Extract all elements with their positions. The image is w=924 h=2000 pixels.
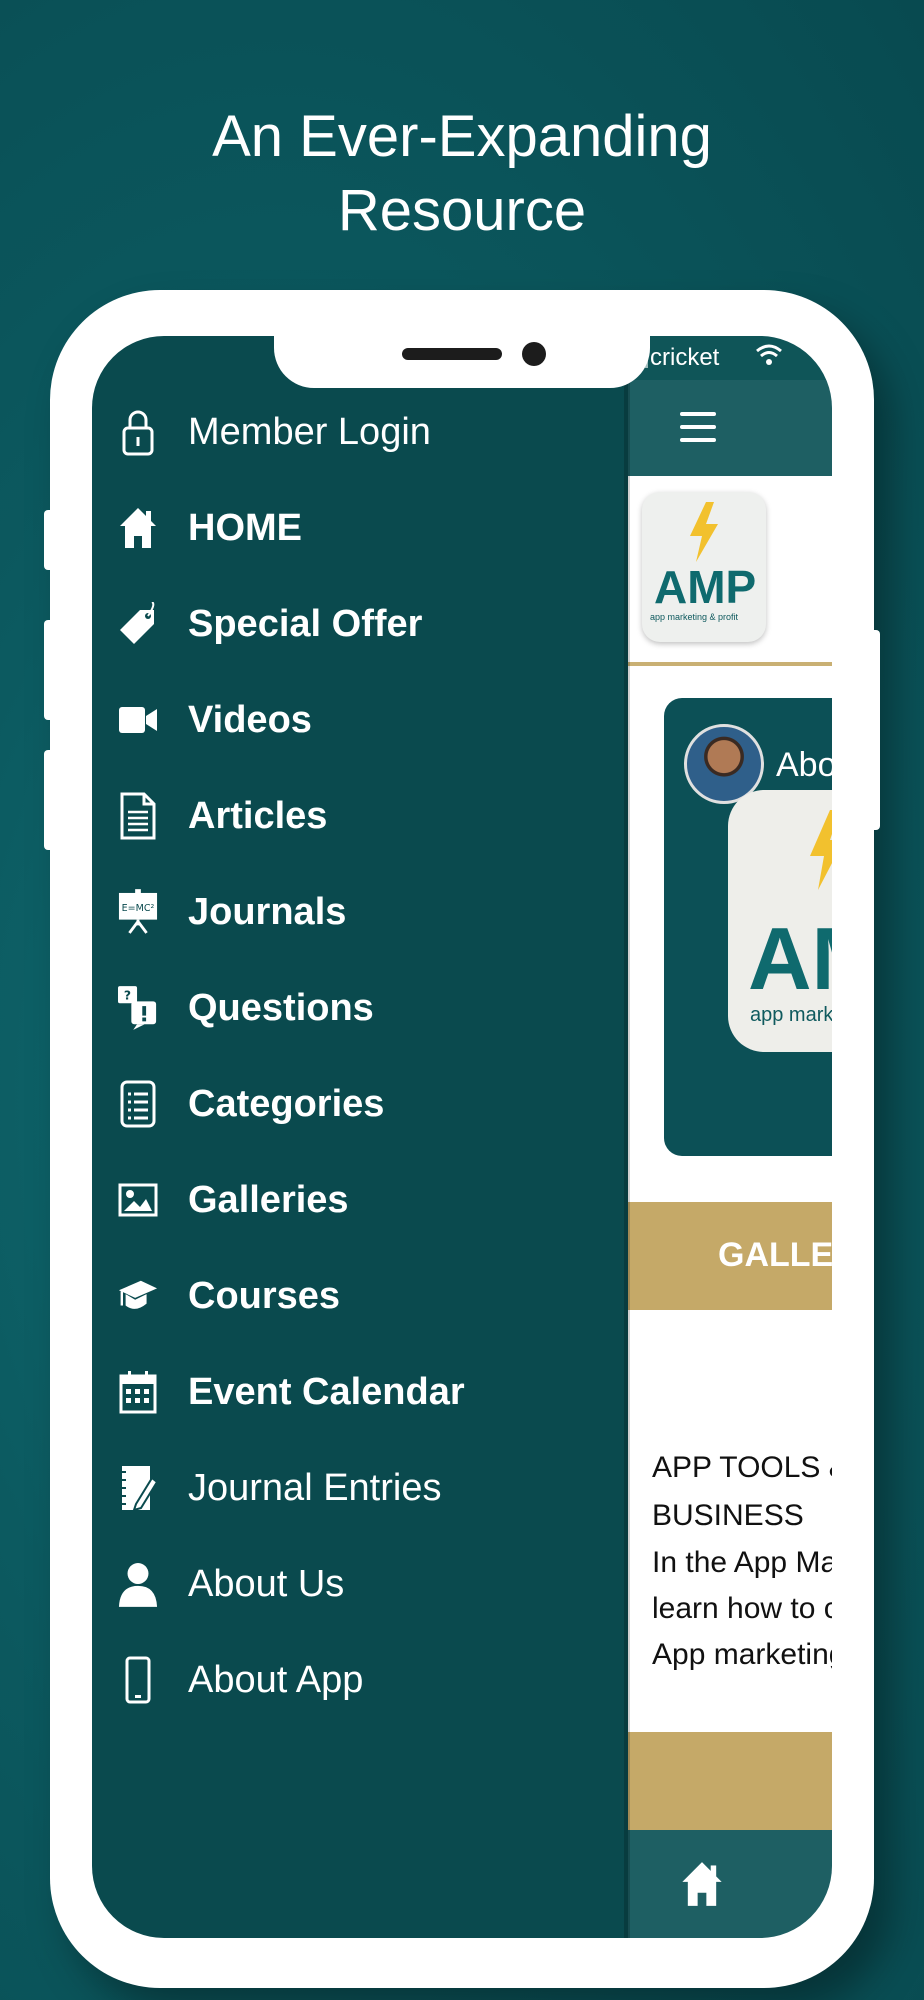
menu-label: Categories [188, 1082, 385, 1125]
wifi-icon [756, 344, 782, 370]
app-bar [628, 380, 832, 476]
carrier-name: cricket [650, 344, 720, 371]
menu-label: HOME [188, 506, 302, 549]
svg-text:?: ? [124, 988, 131, 1002]
lock-icon [118, 408, 158, 456]
big-logo-text: AM [748, 909, 832, 1008]
home-icon [118, 504, 158, 552]
about-card-title: Abo [776, 746, 832, 784]
menu-item-galleries[interactable]: Galleries [92, 1152, 628, 1248]
home-tab-icon[interactable] [680, 1860, 724, 1912]
phone-screen: Member Login HOME Special Offer Videos A… [92, 336, 832, 1938]
image-icon [118, 1176, 158, 1224]
tag-icon [118, 600, 158, 648]
front-camera [522, 342, 546, 366]
menu-label: About Us [188, 1562, 345, 1605]
presentation-board-icon: E=MC² [118, 888, 158, 936]
gold-divider [628, 662, 832, 666]
menu-item-questions[interactable]: ? Questions [92, 960, 628, 1056]
menu-label: Articles [188, 794, 328, 837]
status-bar: cricket [628, 336, 832, 380]
list-icon [118, 1080, 158, 1128]
menu-item-special-offer[interactable]: Special Offer [92, 576, 628, 672]
menu-item-videos[interactable]: Videos [92, 672, 628, 768]
headline-line-2: Resource [337, 178, 587, 243]
document-icon [118, 792, 158, 840]
hamburger-menu-icon[interactable] [680, 412, 716, 442]
notch [274, 336, 650, 388]
phone-volume-down [44, 750, 54, 850]
menu-item-about-app[interactable]: About App [92, 1632, 628, 1728]
notebook-pen-icon [118, 1464, 158, 1512]
svg-text:E=MC²: E=MC² [122, 903, 155, 914]
phone-frame: Member Login HOME Special Offer Videos A… [44, 290, 880, 1988]
speaker-grille [402, 348, 502, 360]
phone-icon [118, 1656, 158, 1704]
description-body: In the App Ma learn how to c App marketi… [652, 1546, 832, 1671]
gallery-section-header[interactable]: GALLEF [628, 1202, 832, 1310]
main-content-peek[interactable]: cricket AMP app marketing & profit Abo A… [628, 336, 832, 1938]
description-title: APP TOOLS & BUSINESS [652, 1451, 832, 1532]
menu-label: Event Calendar [188, 1370, 465, 1413]
headline-line-1: An Ever-Expanding [212, 104, 712, 169]
logo-tagline: app marketing & profit [650, 612, 739, 622]
lightning-bolt-icon [806, 810, 832, 894]
gallery-label: GALLEF [718, 1236, 832, 1274]
menu-item-articles[interactable]: Articles [92, 768, 628, 864]
calendar-icon [118, 1368, 158, 1416]
lightning-bolt-icon [686, 502, 722, 566]
menu-label: Videos [188, 698, 312, 741]
headline: An Ever-Expanding Resource [0, 100, 924, 248]
menu-label: Galleries [188, 1178, 349, 1221]
drawer-menu: Member Login HOME Special Offer Videos A… [92, 384, 628, 1728]
menu-item-categories[interactable]: Categories [92, 1056, 628, 1152]
about-card-logo: AM app marke [728, 790, 832, 1052]
logo-text: AMP [654, 561, 757, 613]
about-card[interactable]: Abo AM app marke [664, 698, 832, 1156]
phone-power-button [870, 630, 880, 830]
graduation-cap-icon [118, 1272, 158, 1320]
phone-mute-switch [44, 510, 54, 570]
menu-label: About App [188, 1658, 364, 1701]
menu-item-home[interactable]: HOME [92, 480, 628, 576]
menu-item-journal-entries[interactable]: Journal Entries [92, 1440, 628, 1536]
gold-banner [628, 1732, 832, 1832]
menu-label: Journals [188, 890, 347, 933]
bottom-tab-bar [628, 1830, 832, 1938]
menu-label: Member Login [188, 410, 431, 453]
menu-label: Special Offer [188, 602, 423, 645]
phone-volume-up [44, 620, 54, 720]
menu-item-member-login[interactable]: Member Login [92, 384, 628, 480]
menu-label: Courses [188, 1274, 341, 1317]
app-logo: AMP app marketing & profit [642, 492, 766, 642]
menu-item-journals[interactable]: E=MC² Journals [92, 864, 628, 960]
user-icon [118, 1560, 158, 1608]
menu-item-about-us[interactable]: About Us [92, 1536, 628, 1632]
menu-item-event-calendar[interactable]: Event Calendar [92, 1344, 628, 1440]
video-camera-icon [118, 696, 158, 744]
navigation-drawer: Member Login HOME Special Offer Videos A… [92, 336, 628, 1938]
drawer-edge-shadow [624, 336, 630, 1938]
big-logo-tagline: app marke [750, 1004, 832, 1026]
menu-label: Journal Entries [188, 1466, 442, 1509]
question-bubbles-icon: ? [118, 984, 158, 1032]
menu-label: Questions [188, 986, 374, 1029]
menu-item-courses[interactable]: Courses [92, 1248, 628, 1344]
